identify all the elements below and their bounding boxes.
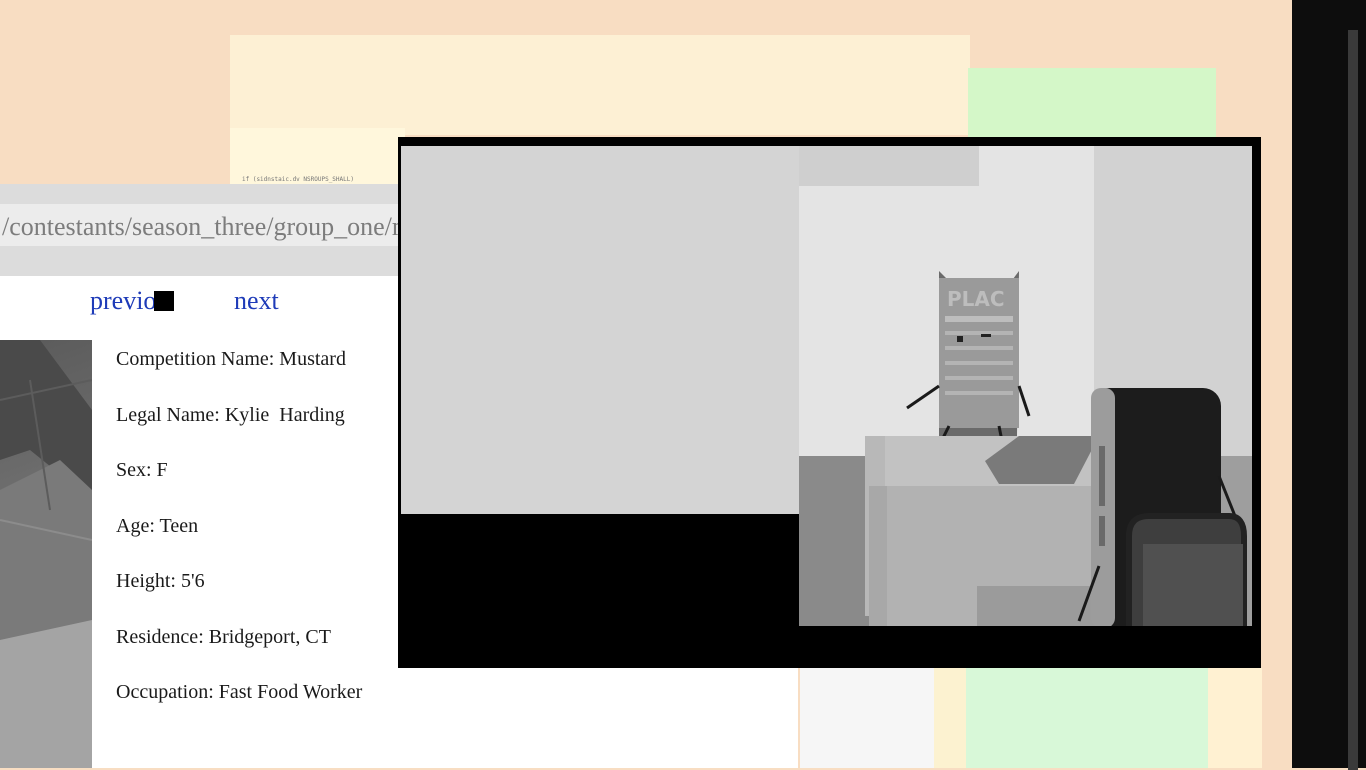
field-sex: Sex: F [116, 459, 168, 481]
background-panel-green-low [966, 668, 1210, 768]
field-residence: Residence: Bridgeport, CT [116, 625, 331, 648]
field-height: Height: 5'6 [116, 570, 205, 592]
field-age: Age: Teen [116, 514, 199, 537]
background-band [1262, 0, 1292, 768]
screen-bezel-edge [1348, 30, 1358, 770]
background-panel-green [968, 68, 1216, 140]
field-occupation: Occupation: Fast Food Worker [116, 681, 363, 703]
code-snippet-text: if (sidnstaic.dv NSROUPS_SHALL) [242, 176, 354, 183]
background-panel-yellow-low [934, 668, 968, 768]
video-scene: PLAC [799, 146, 1252, 626]
field-competition-name: Competition Name: Mustard [116, 348, 346, 370]
previous-link-label: previo [90, 286, 157, 315]
side-photo-graphic [0, 340, 92, 768]
profile-details: Competition Name: Mustard Legal Name: Ky… [116, 348, 362, 737]
field-legal-name: Legal Name: Kylie Harding [116, 403, 345, 426]
background-panel-yellow [230, 35, 970, 135]
newspaper-sign-text: PLAC [947, 287, 1005, 311]
video-frame[interactable]: PLAC [398, 137, 1261, 668]
background-panel-white [800, 668, 940, 768]
next-link[interactable]: next [234, 286, 279, 316]
video-scene-graphic: PLAC [799, 146, 1252, 626]
previous-link[interactable]: previo [90, 286, 175, 316]
video-frame-left-fill [401, 146, 801, 514]
side-photo [0, 340, 92, 768]
background-panel-cream-low [1208, 668, 1268, 768]
cursor-block [154, 291, 175, 311]
